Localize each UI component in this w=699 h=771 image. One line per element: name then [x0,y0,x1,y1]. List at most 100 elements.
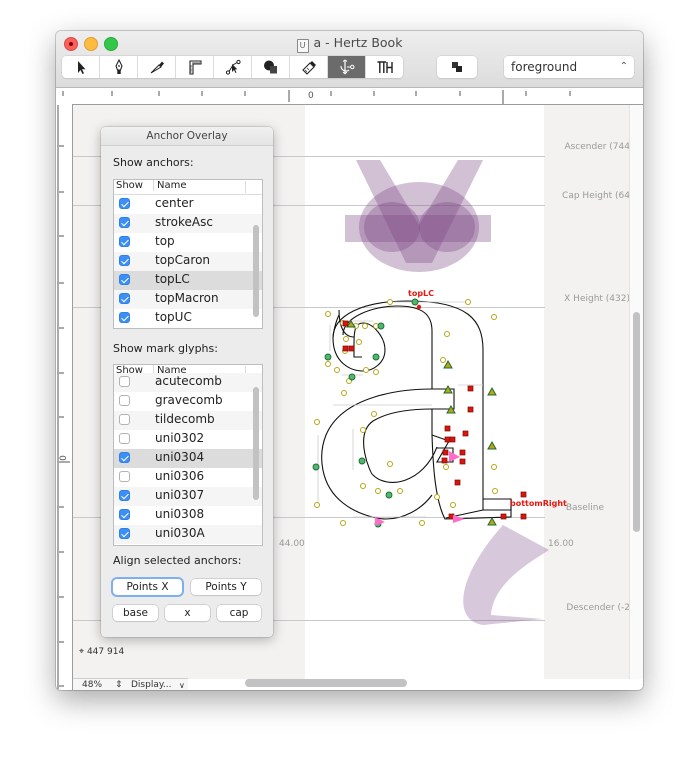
eraser-icon [301,61,316,75]
mark-row[interactable]: uni030A [114,525,262,544]
mark-overlay-descender [463,525,549,625]
anchor-checkbox[interactable] [119,236,130,247]
tangent-points [346,320,497,526]
knife-tool-button[interactable] [138,56,176,78]
col-name-header[interactable]: Name [153,180,187,191]
app-window: Ua - Hertz Book foreground ⌃ 0 0 Ascende… [56,31,643,690]
zoom-controls: 48% ⇕ Display... ∨ [73,678,188,690]
arrow-pointer-icon [77,61,85,74]
mark-name: uni0307 [155,488,205,502]
h-ruler-zero: 0 [308,91,314,101]
crosshair-icon: ⌖ [79,647,85,657]
base-button[interactable]: base [113,605,158,621]
mark-overlay-dieresis-left [364,202,420,252]
anchor-checkbox[interactable] [119,198,130,209]
x-button[interactable]: x [165,605,210,621]
node-select-icon [225,59,241,75]
mark-checkbox[interactable] [119,452,130,463]
vertical-scroll-thumb[interactable] [633,312,640,532]
zoom-stepper-icon[interactable]: ⇕ [115,679,123,690]
anchor-row[interactable]: topLC [114,271,262,290]
anchor-checkbox[interactable] [119,312,130,323]
anchor-tool-button[interactable] [328,56,366,78]
measure-tool-button[interactable] [176,56,214,78]
anchor-row[interactable]: topMacron [114,290,262,309]
corner-points [342,320,527,520]
vertical-ruler-ticks [57,105,70,690]
select-tool-button[interactable] [62,56,100,78]
vertical-ruler: 0 [56,104,73,690]
pen-nib-icon [114,59,123,74]
knife-icon [150,61,164,74]
horizontal-scroll-thumb[interactable] [245,679,407,687]
anchor-topLC-dot[interactable] [416,304,422,310]
mark-checkbox[interactable] [119,509,130,520]
anchor-checkbox[interactable] [119,255,130,266]
points-y-button[interactable]: Points Y [191,579,261,595]
glyph-canvas[interactable]: Ascender (744 Cap Height (64 X Height (4… [73,105,643,679]
mark-row[interactable]: uni0306 [114,468,262,487]
horizontal-ruler-ticks [62,90,571,104]
glyph-outline [321,300,512,520]
anchor-name: topCaron [155,253,211,267]
anchor-checkbox[interactable] [119,217,130,228]
title-bar: Ua - Hertz Book foreground ⌃ [56,31,643,88]
layer-toggle-button[interactable] [437,56,477,78]
mark-checkbox[interactable] [119,414,130,425]
v-ruler-zero: 0 [58,455,69,461]
pen-tool-button[interactable] [100,56,138,78]
select-arrows-icon: ⌃ [619,61,628,72]
layer-toggle-group [437,56,477,78]
mark-row[interactable]: uni0304 [114,449,262,468]
display-menu[interactable]: Display... [131,679,171,690]
vertical-scrollbar[interactable] [629,105,643,679]
mark-row[interactable]: uni0307 [114,487,262,506]
node-tool-button[interactable] [214,56,252,78]
anchor-row[interactable]: center [114,195,262,214]
anchor-row[interactable]: topUC [114,309,262,328]
points-x-button[interactable]: Points X [113,579,182,595]
anchor-name: strokeAsc [155,215,213,229]
mark-name: acutecomb [155,374,222,388]
shape-tool-button[interactable] [252,56,290,78]
mark-row[interactable]: tildecomb [114,411,262,430]
anchor-label-topLC: topLC [408,289,435,298]
anchor-name: top [155,234,175,248]
anchors-table-header: Show Name [114,180,262,195]
eraser-tool-button[interactable] [290,56,328,78]
mark-row[interactable]: acutecomb [114,373,262,392]
mark-name: uni0304 [155,450,205,464]
anchor-name: topLC [155,272,190,286]
layer-select[interactable]: foreground ⌃ [504,56,634,78]
col-show-header[interactable]: Show [116,180,143,191]
mark-checkbox[interactable] [119,433,130,444]
mark-checkbox[interactable] [119,490,130,501]
anchor-name: center [155,196,194,210]
mark-row[interactable]: gravecomb [114,392,262,411]
anchor-row[interactable]: strokeAsc [114,214,262,233]
cap-button[interactable]: cap [217,605,261,621]
mark-row[interactable]: uni0302 [114,430,262,449]
anchors-table: Show Name center strokeAsc top topCaron topL… [113,179,263,329]
coordinates-value: 447 914 [86,647,125,657]
marks-scrollbar[interactable] [253,387,259,500]
mark-checkbox[interactable] [119,528,130,539]
mark-checkbox[interactable] [119,376,130,387]
chevron-down-icon[interactable]: ∨ [179,679,185,690]
anchor-row[interactable]: topCaron [114,252,262,271]
zoom-level[interactable]: 48% [82,679,102,690]
anchor-checkbox[interactable] [119,293,130,304]
anchors-scrollbar[interactable] [253,225,259,317]
layer-select-value: foreground [511,60,578,74]
anchor-name: topMacron [155,291,219,305]
marks-list: acutecomb gravecomb tildecomb uni0302 uni030… [114,373,262,544]
anchor-name: topUC [155,310,192,324]
mark-overlay-dieresis-right [419,202,475,252]
hinting-tool-button[interactable] [366,56,403,78]
anchor-checkbox[interactable] [119,274,130,285]
mark-checkbox[interactable] [119,395,130,406]
mark-row[interactable]: uni0308 [114,506,262,525]
show-marks-label: Show mark glyphs: [113,342,218,355]
mark-checkbox[interactable] [119,471,130,482]
anchor-row[interactable]: top [114,233,262,252]
